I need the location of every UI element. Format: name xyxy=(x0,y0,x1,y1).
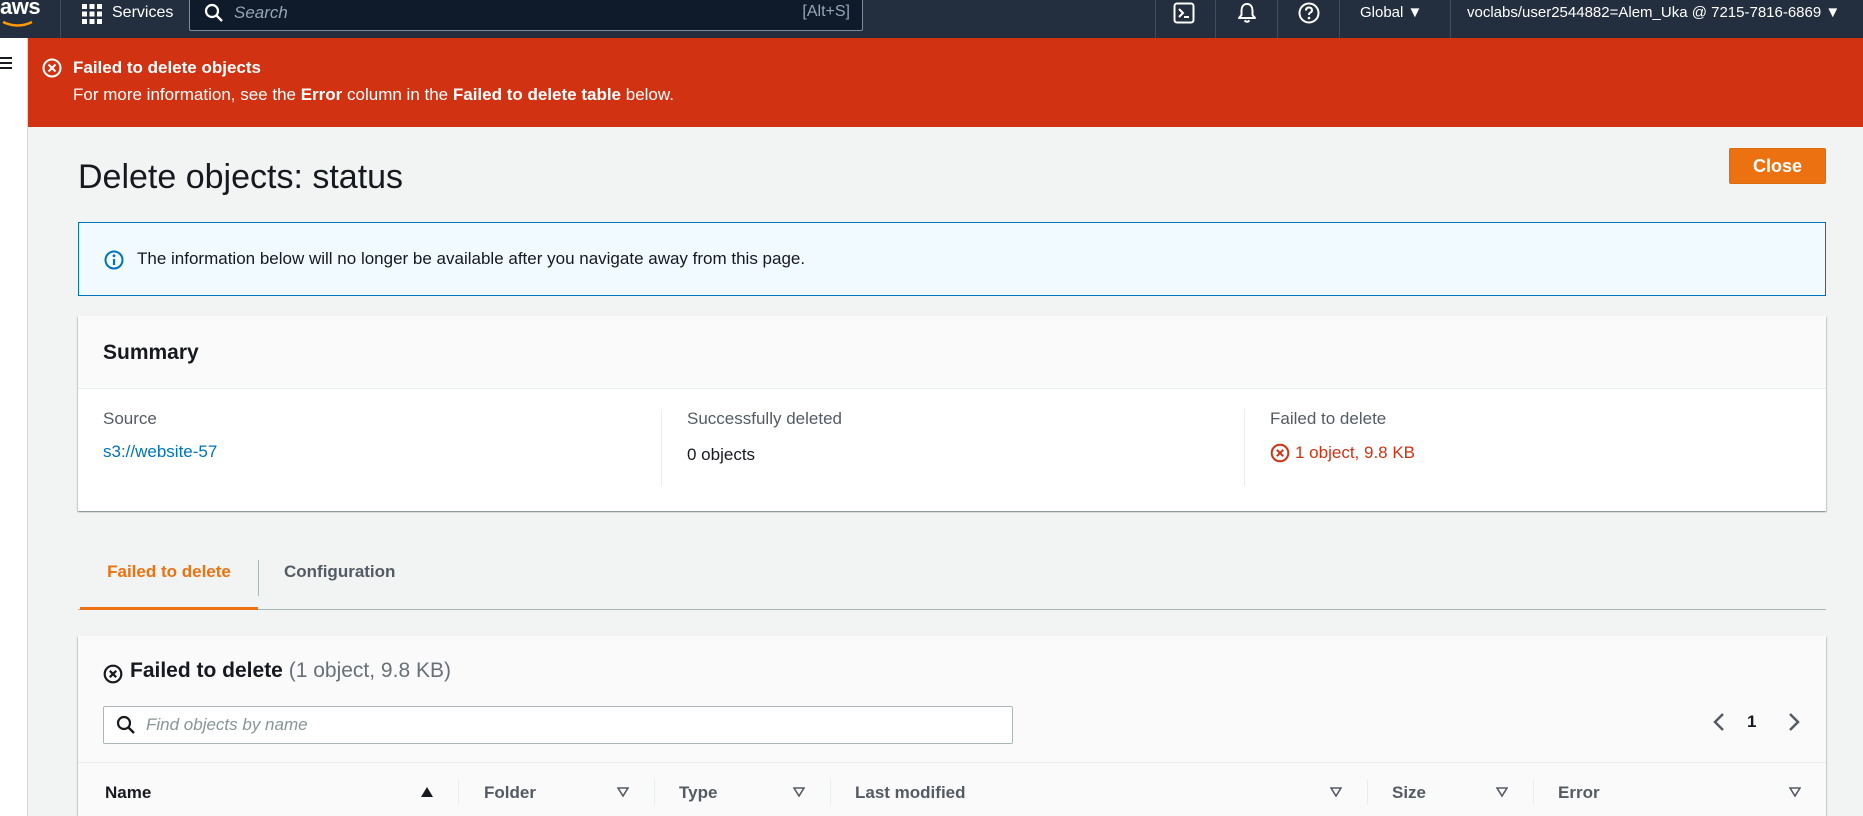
find-objects-input[interactable]: Find objects by name xyxy=(103,706,1013,744)
next-page-icon[interactable] xyxy=(1787,712,1801,732)
region-selector[interactable]: Global ▼ xyxy=(1360,4,1422,21)
column-header-folder[interactable]: Folder xyxy=(484,783,536,803)
column-divider xyxy=(458,779,459,805)
account-label: voclabs/user2544882=Alem_Uka @ 7215-7816… xyxy=(1467,4,1822,21)
sort-icon[interactable] xyxy=(1789,787,1801,797)
column-divider xyxy=(661,409,662,486)
nav-divider xyxy=(1277,0,1278,38)
search-icon xyxy=(116,715,135,734)
success-value: 0 objects xyxy=(687,445,756,464)
aws-smile-icon xyxy=(2,20,33,27)
flash-message: For more information, see the Error colu… xyxy=(73,85,674,104)
summary-failed: Failed to delete 1 object, 9.8 KB xyxy=(1270,409,1415,463)
previous-page-icon[interactable] xyxy=(1712,712,1726,732)
summary-success: Successfully deleted 0 objects xyxy=(687,409,842,465)
failed-value: 1 object, 9.8 KB xyxy=(1270,443,1415,463)
source-link[interactable]: s3://website-57 xyxy=(103,442,217,462)
table-header-row: Name Folder Type Last modified Size Erro… xyxy=(78,762,1826,816)
tab-list: Failed to delete Configuration xyxy=(78,548,1826,610)
info-alert: The information below will no longer be … xyxy=(78,222,1826,296)
current-page[interactable]: 1 xyxy=(1747,712,1756,732)
filter-placeholder: Find objects by name xyxy=(146,715,308,734)
global-search-input[interactable]: Search [Alt+S] xyxy=(189,0,863,31)
account-menu[interactable]: voclabs/user2544882=Alem_Uka @ 7215-7816… xyxy=(1467,4,1840,21)
tab-configuration[interactable]: Configuration xyxy=(284,548,395,610)
error-circle-icon xyxy=(103,664,123,684)
summary-source: Source s3://website-57 xyxy=(103,409,217,462)
services-menu[interactable]: Services xyxy=(112,4,173,22)
search-placeholder: Search xyxy=(234,3,288,22)
source-label: Source xyxy=(103,409,157,428)
column-divider xyxy=(1533,779,1534,805)
column-divider xyxy=(1367,779,1368,805)
failed-value-text: 1 object, 9.8 KB xyxy=(1295,443,1416,462)
column-divider xyxy=(654,779,655,805)
info-message: The information below will no longer be … xyxy=(137,249,806,268)
column-divider xyxy=(830,779,831,805)
column-divider xyxy=(1244,409,1245,486)
error-flash-banner: Failed to delete objects For more inform… xyxy=(28,38,1863,127)
failed-label: Failed to delete xyxy=(1270,409,1387,428)
failed-panel-title: Failed to delete (1 object, 9.8 KB) xyxy=(130,659,451,682)
nav-divider xyxy=(1155,0,1156,38)
search-icon xyxy=(204,3,223,22)
column-header-size[interactable]: Size xyxy=(1392,783,1426,803)
summary-panel: Summary Source s3://website-57 Successfu… xyxy=(78,316,1826,511)
services-grid-icon[interactable] xyxy=(81,3,103,25)
summary-title: Summary xyxy=(103,341,199,364)
info-icon xyxy=(104,250,124,270)
cloudshell-icon[interactable] xyxy=(1173,2,1195,24)
error-circle-icon xyxy=(42,58,62,78)
nav-divider xyxy=(60,0,61,38)
column-header-error[interactable]: Error xyxy=(1558,783,1600,803)
help-icon[interactable] xyxy=(1298,2,1320,24)
nav-divider xyxy=(1339,0,1340,38)
notifications-bell-icon[interactable] xyxy=(1236,2,1258,24)
flash-title: Failed to delete objects xyxy=(73,58,261,77)
region-label: Global xyxy=(1360,4,1404,21)
sort-icon[interactable] xyxy=(793,787,805,797)
page-title: Delete objects: status xyxy=(78,158,404,196)
nav-divider xyxy=(1215,0,1216,38)
error-circle-icon xyxy=(1270,443,1290,463)
column-header-last-modified[interactable]: Last modified xyxy=(855,783,966,803)
success-label: Successfully deleted xyxy=(687,409,842,428)
tab-divider xyxy=(258,560,259,596)
sort-icon[interactable] xyxy=(617,787,629,797)
close-button[interactable]: Close xyxy=(1729,148,1826,184)
failed-count: (1 object, 9.8 KB) xyxy=(288,659,451,682)
flash-error-column-ref: Error xyxy=(300,85,343,104)
sort-icon[interactable] xyxy=(1330,787,1342,797)
nav-divider xyxy=(1450,0,1451,38)
sort-ascending-icon[interactable] xyxy=(421,787,433,797)
aws-logo[interactable]: aws xyxy=(0,0,41,20)
sort-icon[interactable] xyxy=(1496,787,1508,797)
search-shortcut-hint: [Alt+S] xyxy=(802,3,850,20)
column-header-type[interactable]: Type xyxy=(679,783,717,803)
column-header-name[interactable]: Name xyxy=(105,783,151,803)
side-navigation-rail xyxy=(0,38,28,816)
hamburger-menu-icon[interactable] xyxy=(0,56,14,70)
failed-to-delete-panel: Failed to delete (1 object, 9.8 KB) Find… xyxy=(78,636,1826,816)
flash-table-ref: Failed to delete table xyxy=(452,85,622,104)
tab-failed-to-delete[interactable]: Failed to delete xyxy=(80,548,258,610)
top-navigation: aws Services Search [Alt+S] Global ▼ voc… xyxy=(0,0,1863,38)
failed-panel-header: Failed to delete (1 object, 9.8 KB) Find… xyxy=(78,636,1826,762)
summary-header: Summary xyxy=(78,316,1826,389)
